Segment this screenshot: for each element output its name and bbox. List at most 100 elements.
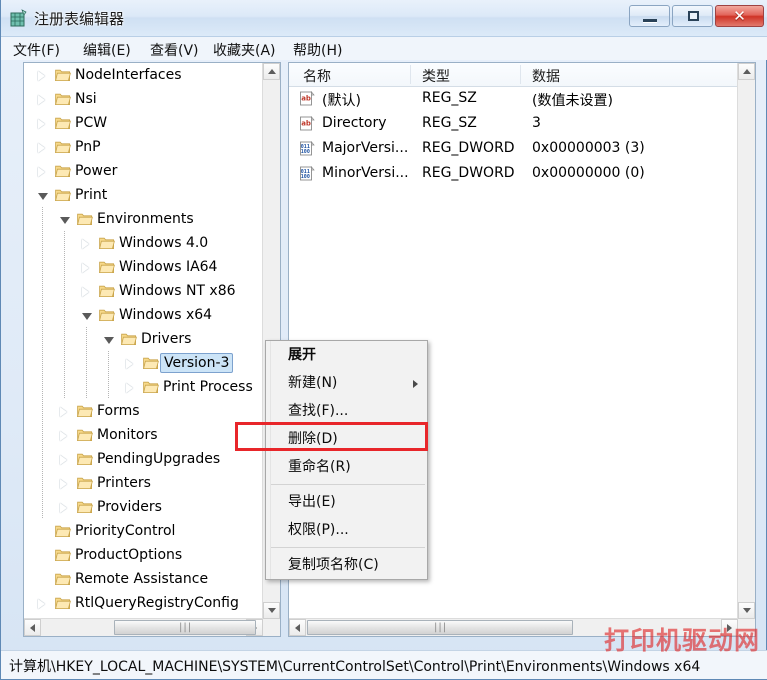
values-horizontal-scroll-thumb[interactable]: ||| [307,620,573,635]
values-scroll-left-button[interactable] [289,619,306,636]
tree-guide-line [42,351,43,375]
column-header-2[interactable]: 数据 [532,66,560,86]
tree-item[interactable]: PnP [24,135,258,159]
value-type: REG_DWORD [422,140,515,156]
tree-item-selected[interactable]: Version-3 [24,351,258,375]
tree-item-label: Windows IA64 [119,259,218,275]
tree-expand-toggle-icon[interactable] [38,71,45,81]
folder-icon [77,452,93,466]
column-divider[interactable] [520,65,521,84]
tree-collapse-toggle-icon[interactable] [38,193,48,200]
tree-item[interactable]: Monitors [24,423,258,447]
folder-icon [55,164,71,178]
tree-item[interactable]: Print Process [24,375,258,399]
tree-guide-line [64,375,65,399]
chevron-down-icon [268,608,276,613]
tree-item[interactable]: Drivers [24,327,258,351]
tree-item[interactable]: Environments [24,207,258,231]
context-menu-item-4[interactable]: 重命名(R) [266,453,427,481]
values-scroll-up-button[interactable] [738,63,755,80]
context-menu-item-1[interactable]: 新建(N) [266,369,427,397]
tree-scroll-left-button[interactable] [24,619,41,636]
tree-item[interactable]: Nsi [24,87,258,111]
tree-expand-toggle-icon[interactable] [82,287,89,297]
maximize-button[interactable] [672,5,713,27]
tree-expand-toggle-icon[interactable] [38,143,45,153]
menu-item-1[interactable]: 编辑(E) [79,39,135,61]
tree-item[interactable]: Windows IA64 [24,255,258,279]
value-type: REG_SZ [422,90,477,106]
tree-item[interactable]: PendingUpgrades [24,447,258,471]
tree-item[interactable]: Print [24,183,258,207]
value-row[interactable]: 011 100 MinorVersi... REG_DWORD 0x00000000 (… [289,162,755,186]
close-button[interactable]: ✕ [715,5,764,27]
context-menu-item-2[interactable]: 查找(F)... [266,397,427,425]
context-menu-item-5[interactable]: 导出(E) [266,488,427,516]
column-header-0[interactable]: 名称 [303,66,331,86]
tree-expand-toggle-icon[interactable] [126,359,133,369]
value-row[interactable]: ab Directory REG_SZ 3 [289,112,755,136]
tree-expand-toggle-icon[interactable] [82,263,89,273]
tree-item[interactable]: Forms [24,399,258,423]
context-menu-label: 展开 [288,347,316,363]
tree-expand-toggle-icon[interactable] [126,383,133,393]
tree-horizontal-scrollbar[interactable]: ||| [24,618,263,636]
tree-expand-toggle-icon[interactable] [60,407,67,417]
column-divider[interactable] [410,65,411,84]
menu-item-0[interactable]: 文件(F) [9,39,64,61]
context-menu-item-3[interactable]: 删除(D) [266,425,427,453]
tree-scroll-down-button[interactable] [263,602,280,619]
tree-item[interactable]: Windows 4.0 [24,231,258,255]
tree-item[interactable]: Windows x64 [24,303,258,327]
tree-item[interactable]: RtlQueryRegistryConfig [24,591,258,614]
tree-item[interactable]: Windows NT x86 [24,279,258,303]
tree-item[interactable]: Remote Assistance [24,567,258,591]
value-row[interactable]: ab (默认) REG_SZ (数值未设置) [289,87,755,111]
tree-expand-toggle-icon[interactable] [60,503,67,513]
tree-expand-toggle-icon[interactable] [60,455,67,465]
folder-icon [143,356,159,370]
tree-item[interactable]: Providers [24,495,258,519]
tree-item[interactable]: PCW [24,111,258,135]
tree-expand-toggle-icon[interactable] [60,431,67,441]
tree-item[interactable]: ProductOptions [24,543,258,567]
tree-item[interactable]: Power [24,159,258,183]
svg-text:ab: ab [301,120,311,128]
tree-collapse-toggle-icon[interactable] [60,217,70,224]
tree-item[interactable]: NodeInterfaces [24,63,258,87]
tree-expand-toggle-icon[interactable] [38,599,45,609]
context-menu-item-6[interactable]: 权限(P)... [266,516,427,544]
values-scroll-down-button[interactable] [738,602,755,619]
folder-icon [143,380,159,394]
tree-item-label: NodeInterfaces [75,67,182,83]
menu-item-3[interactable]: 收藏夹(A) [209,39,280,61]
values-vertical-scrollbar[interactable] [737,63,755,619]
values-horizontal-scrollbar[interactable]: ||| [289,618,738,636]
context-menu-item-0[interactable]: 展开 [266,341,427,369]
tree-scroll-area: NodeInterfaces Nsi PCW PnP Power Print Environ… [24,63,258,614]
column-header-1[interactable]: 类型 [422,66,450,86]
tree-item[interactable]: PriorityControl [24,519,258,543]
value-row[interactable]: 011 100 MajorVersi... REG_DWORD 0x00000003 (… [289,137,755,161]
context-menu-item-7[interactable]: 复制项名称(C) [266,551,427,579]
tree-expand-toggle-icon[interactable] [38,167,45,177]
tree-collapse-toggle-icon[interactable] [104,337,114,344]
tree-expand-toggle-icon[interactable] [38,119,45,129]
folder-icon [77,213,93,225]
tree-guide-line [42,231,43,255]
menu-item-2[interactable]: 查看(V) [146,39,203,61]
value-name: MajorVersi... [322,140,409,156]
dword-value-icon: 011 100 [299,166,315,182]
menu-item-4[interactable]: 帮助(H) [289,39,346,61]
tree-item[interactable]: Printers [24,471,258,495]
tree-horizontal-scroll-thumb[interactable]: ||| [114,620,256,635]
tree-expand-toggle-icon[interactable] [82,239,89,249]
minimize-button[interactable] [629,5,670,27]
folder-icon [77,405,93,417]
tree-scroll-up-button[interactable] [263,63,280,80]
tree-expand-toggle-icon[interactable] [60,479,67,489]
tree-collapse-toggle-icon[interactable] [82,313,92,320]
folder-icon [55,140,71,154]
tree-expand-toggle-icon[interactable] [38,95,45,105]
values-scroll-right-button[interactable] [721,619,738,636]
